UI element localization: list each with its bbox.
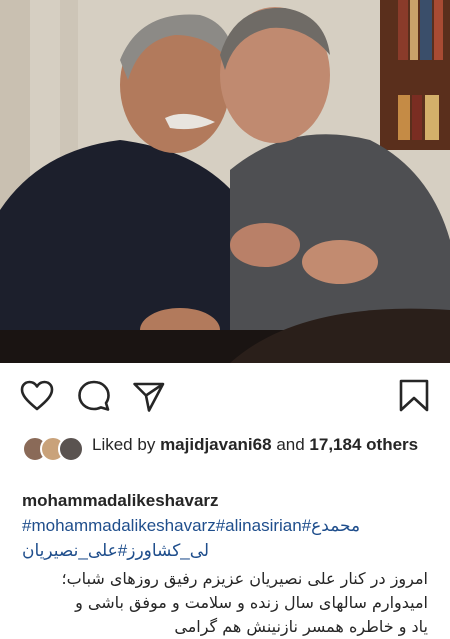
caption-text-line-1: امروز در کنار علی نصیریان عزیزم رفیق روز…: [61, 569, 428, 588]
share-icon[interactable]: [132, 381, 166, 413]
liker-username-link[interactable]: majidjavani68: [160, 435, 272, 454]
post-caption: mohammadalikeshavarz #mohammadalikeshava…: [22, 488, 428, 639]
post-photo[interactable]: [0, 0, 450, 363]
comment-icon[interactable]: [77, 380, 111, 412]
bookmark-icon[interactable]: [398, 379, 430, 413]
heart-icon[interactable]: [20, 380, 54, 412]
caption-text-line-3: یاد و خاطره همسر نازنینش هم گرامی: [174, 617, 428, 636]
likes-count-link[interactable]: 17,184: [309, 435, 361, 454]
caption-text-line-2: امیدوارم سالهای سال زنده و سلامت و موفق …: [75, 593, 428, 612]
hashtags-line-1[interactable]: #mohammadalikeshavarz#alinasirian#محمدع: [22, 513, 428, 538]
hashtags-line-2[interactable]: لی_کشاورز#علی_نصیریان: [22, 538, 428, 563]
caption-username-link[interactable]: mohammadalikeshavarz: [22, 488, 428, 513]
likes-prefix: Liked by: [92, 435, 156, 454]
likes-others-link[interactable]: others: [366, 435, 418, 454]
likes-row: Liked by majidjavani68 and 17,184 others: [22, 430, 442, 480]
likes-middle: and: [276, 435, 305, 454]
liker-avatars[interactable]: [22, 436, 86, 462]
post-actions-bar: [0, 363, 450, 429]
avatar: [58, 436, 84, 462]
likes-summary: Liked by majidjavani68 and 17,184 others: [92, 433, 432, 456]
